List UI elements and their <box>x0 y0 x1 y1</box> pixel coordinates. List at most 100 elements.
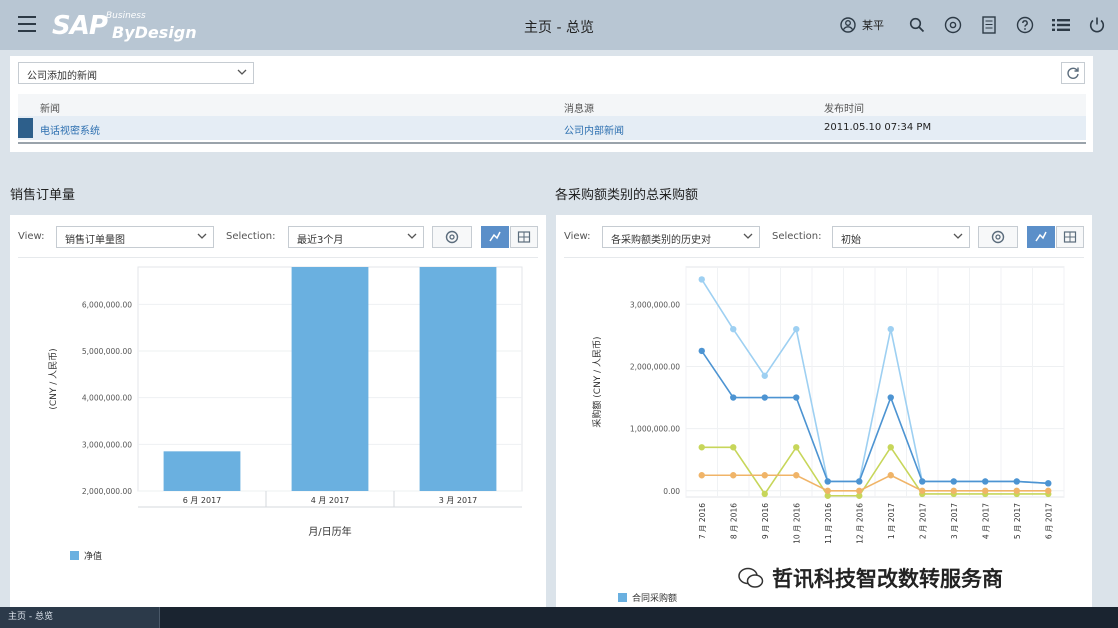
list-button[interactable] <box>1050 14 1072 36</box>
gear-icon <box>445 230 459 244</box>
chevron-down-icon <box>953 233 963 239</box>
data-point <box>887 444 894 451</box>
sales-orders-bar-chart: 2,000,000.00 3,000,000.00 4,000,000.00 5,00… <box>48 266 523 538</box>
data-point <box>761 472 768 479</box>
y-tick-label: 5,000,000.00 <box>82 347 132 356</box>
y-tick-label: 3,000,000.00 <box>82 440 132 449</box>
chart-view-button[interactable] <box>1027 226 1055 248</box>
data-point <box>824 487 831 494</box>
x-axis-title: 月/日历年 <box>308 525 351 538</box>
power-icon <box>1089 17 1105 33</box>
view-select[interactable]: 各采购额类别的历史对 <box>602 226 760 248</box>
logout-button[interactable] <box>1086 14 1108 36</box>
y-axis-title: (CNY / 人民币) <box>48 348 59 409</box>
y-tick-label: 6,000,000.00 <box>82 300 132 309</box>
data-point <box>793 444 800 451</box>
data-point <box>982 478 989 485</box>
user-name: 某平 <box>862 19 884 32</box>
view-label: View: <box>564 231 591 242</box>
legend-swatch <box>618 593 627 602</box>
watermark-text: 哲讯科技智改数转服务商 <box>772 567 1003 591</box>
view-value: 销售订单量图 <box>65 235 125 246</box>
chart-view-button[interactable] <box>481 226 509 248</box>
wechat-icon <box>738 567 764 588</box>
refresh-button[interactable] <box>1061 62 1085 84</box>
taskbar: 主页 - 总览 <box>0 607 1118 628</box>
bar <box>291 267 369 491</box>
documents-button[interactable] <box>978 14 1000 36</box>
data-point <box>887 472 894 479</box>
chevron-down-icon <box>197 233 207 239</box>
x-tick-label: 6 月 2017 <box>183 496 222 505</box>
selection-select[interactable]: 初始 <box>832 226 970 248</box>
gear-icon <box>944 16 962 34</box>
chart-icon <box>1035 231 1047 242</box>
grid-icon <box>1063 231 1077 243</box>
chevron-down-icon <box>407 233 417 239</box>
settings-button[interactable] <box>942 14 964 36</box>
x-tick-label: 11 月 2016 <box>824 503 833 544</box>
x-tick-label: 12 月 2016 <box>855 503 864 544</box>
refresh-icon <box>1067 67 1079 79</box>
user-menu[interactable]: 某平 <box>840 17 884 33</box>
chart-settings-button[interactable] <box>978 226 1018 248</box>
purchase-line-chart: 0.00 1,000,000.00 2,000,000.00 3,000,000.00… <box>591 266 1065 544</box>
y-tick-label: 0.00 <box>663 487 680 496</box>
data-point <box>950 487 957 494</box>
x-tick-label: 4 月 2017 <box>981 503 990 539</box>
column-header-source: 消息源 <box>564 104 594 115</box>
selection-select[interactable]: 最近3个月 <box>288 226 424 248</box>
data-point <box>698 347 705 355</box>
data-point <box>698 276 705 283</box>
taskbar-item[interactable]: 主页 - 总览 <box>0 607 160 628</box>
help-icon <box>1016 16 1034 34</box>
data-point <box>730 472 737 479</box>
chevron-down-icon <box>743 233 753 239</box>
data-point <box>730 394 737 401</box>
news-source-link[interactable]: 公司内部新闻 <box>564 122 624 137</box>
chart-settings-button[interactable] <box>432 226 472 248</box>
x-tick-label: 8 月 2016 <box>729 503 738 539</box>
view-value: 各采购额类别的历史对 <box>611 235 711 246</box>
x-tick-label: 6 月 2017 <box>1044 503 1053 539</box>
data-point <box>698 444 705 451</box>
x-tick-label: 4 月 2017 <box>311 496 350 505</box>
document-icon <box>982 16 996 34</box>
data-point <box>1045 480 1052 487</box>
table-row[interactable]: 电话视密系统 公司内部新闻 2011.05.10 07:34 PM <box>18 116 1086 140</box>
chevron-down-icon <box>237 69 247 75</box>
x-tick-label: 2 月 2017 <box>918 503 927 539</box>
data-point <box>887 394 894 401</box>
data-point <box>1013 487 1020 494</box>
help-button[interactable] <box>1014 14 1036 36</box>
data-point <box>824 478 831 485</box>
news-title-link[interactable]: 电话视密系统 <box>40 122 100 137</box>
sales-orders-title: 销售订单量 <box>10 188 76 203</box>
data-point <box>730 444 737 451</box>
chart-icon <box>489 231 501 242</box>
view-select[interactable]: 销售订单量图 <box>56 226 214 248</box>
news-table-header: 新闻 消息源 发布时间 <box>18 94 1086 117</box>
table-view-button[interactable] <box>510 226 538 248</box>
y-tick-label: 2,000,000.00 <box>630 362 680 371</box>
chart-legend: 合同采购额 <box>618 591 677 604</box>
list-icon <box>1052 19 1070 31</box>
search-button[interactable] <box>906 14 928 36</box>
y-tick-label: 3,000,000.00 <box>630 300 680 309</box>
data-point <box>793 325 800 333</box>
watermark: 哲讯科技智改数转服务商 <box>738 563 1003 593</box>
search-icon <box>909 17 925 33</box>
data-point <box>919 478 926 485</box>
data-point <box>887 325 894 333</box>
legend-swatch <box>70 551 79 560</box>
row-selection-marker[interactable] <box>18 118 33 138</box>
selection-label: Selection: <box>772 231 822 242</box>
news-filter-select[interactable]: 公司添加的新闻 <box>18 62 254 84</box>
y-axis-title: 采购额 (CNY / 人民币) <box>591 336 603 427</box>
selection-value: 最近3个月 <box>297 235 344 246</box>
data-point <box>793 472 800 479</box>
table-view-button[interactable] <box>1056 226 1084 248</box>
legend-label: 净值 <box>84 552 103 562</box>
news-card: 公司添加的新闻 新闻 消息源 发布时间 电话视密系统 公司内部新闻 2011.0… <box>10 56 1093 152</box>
data-point <box>761 372 768 379</box>
